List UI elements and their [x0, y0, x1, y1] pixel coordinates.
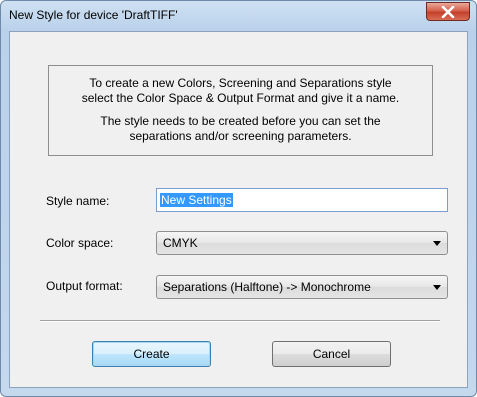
style-name-input[interactable]: New Settings — [156, 188, 448, 212]
output-format-select[interactable]: Separations (Halftone) -> Monochrome — [156, 275, 448, 299]
style-name-value: New Settings — [160, 193, 233, 207]
cancel-button[interactable]: Cancel — [272, 341, 391, 367]
chevron-down-icon — [433, 285, 441, 290]
info-text-line-3: The style needs to be created before you… — [100, 114, 381, 128]
color-space-value: CMYK — [163, 236, 198, 250]
info-text-line-1: To create a new Colors, Screening and Se… — [89, 76, 392, 90]
info-text-line-4: separations and/or screening parameters. — [129, 129, 352, 143]
style-name-label: Style name: — [46, 194, 110, 208]
output-format-value: Separations (Halftone) -> Monochrome — [163, 280, 371, 294]
color-space-label: Color space: — [46, 236, 114, 250]
dialog-window: New Style for device 'DraftTIFF' To crea… — [0, 0, 477, 397]
title-bar[interactable]: New Style for device 'DraftTIFF' — [1, 1, 476, 31]
output-format-label: Output format: — [46, 279, 123, 293]
chevron-down-icon — [433, 241, 441, 246]
info-box: To create a new Colors, Screening and Se… — [48, 65, 433, 156]
info-text-line-2: select the Color Space & Output Format a… — [81, 91, 400, 105]
window-title: New Style for device 'DraftTIFF' — [9, 8, 178, 22]
dialog-client-area: To create a new Colors, Screening and Se… — [9, 31, 468, 388]
separator — [40, 320, 440, 322]
color-space-select[interactable]: CMYK — [156, 231, 448, 255]
close-icon — [441, 5, 455, 18]
create-button[interactable]: Create — [92, 341, 211, 367]
close-button[interactable] — [426, 2, 470, 21]
